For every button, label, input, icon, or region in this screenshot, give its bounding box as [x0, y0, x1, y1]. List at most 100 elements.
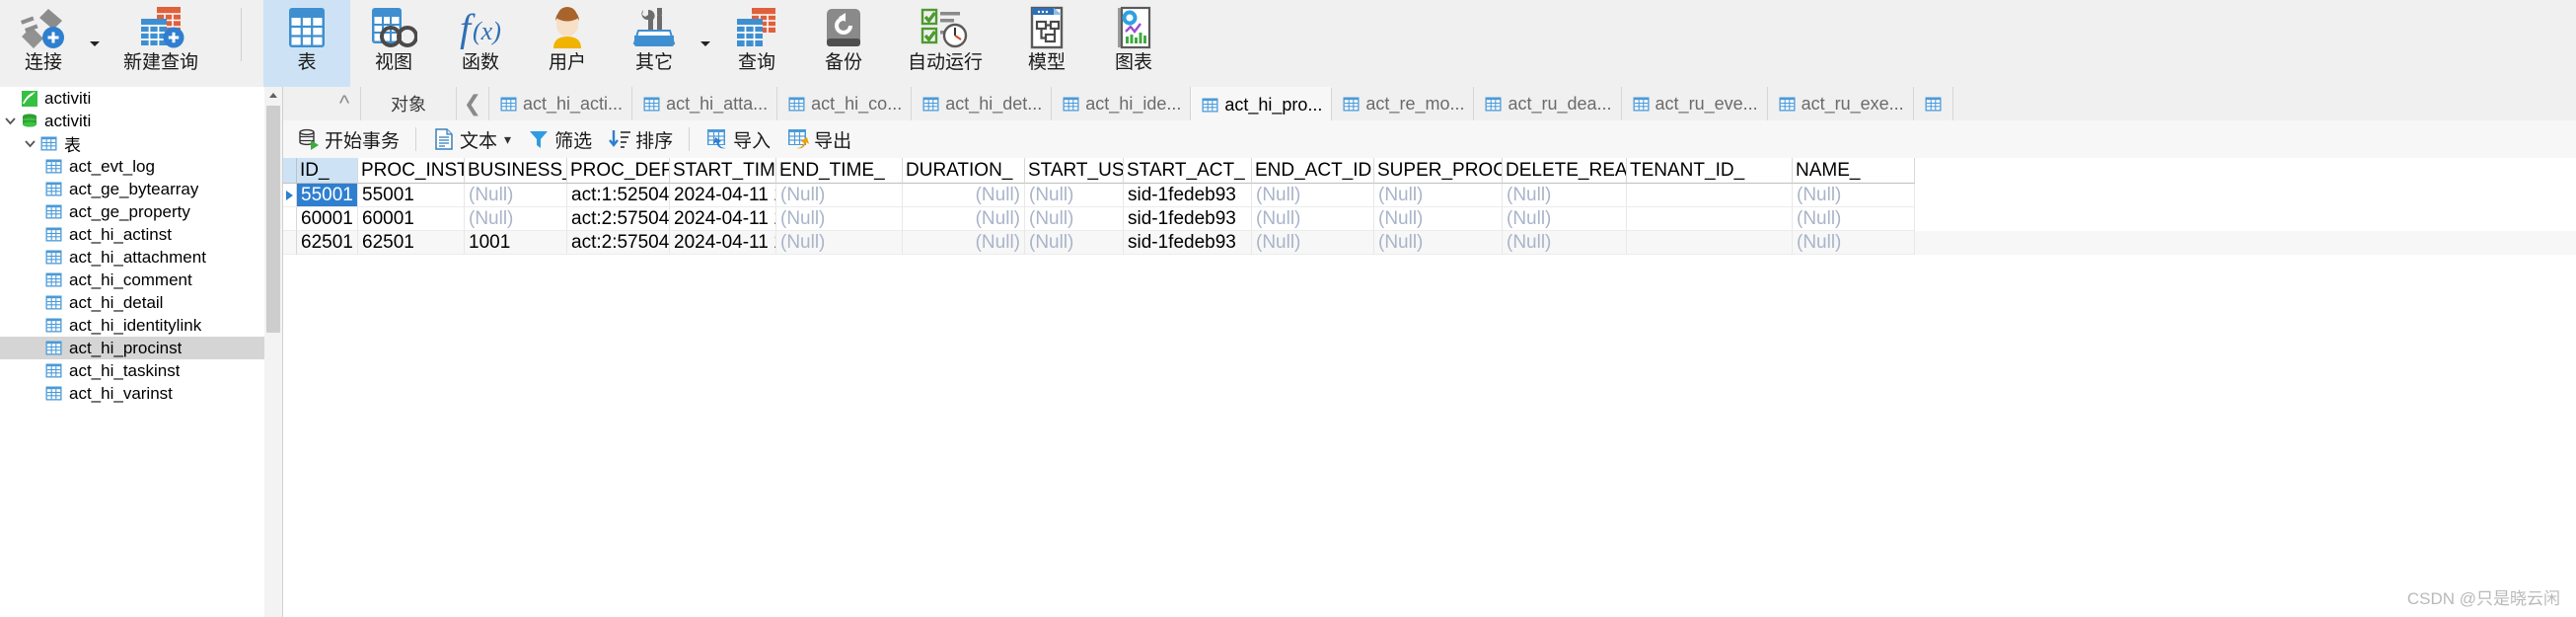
toolbar-button-other[interactable]: 其它 [611, 0, 698, 87]
scroll-up-arrow-icon[interactable] [264, 87, 282, 104]
chevron-down-icon[interactable] [2, 110, 19, 132]
cell-BUSINESS_KEY_[interactable]: 1001 [465, 231, 567, 255]
tab-objects[interactable]: 对象 [361, 87, 457, 120]
cell-PROC_DEF_ID_[interactable]: act:2:57504 [567, 207, 670, 231]
toolbar-button-user[interactable]: 用户 [524, 0, 611, 87]
tree-item-database-activiti[interactable]: activiti [0, 110, 264, 132]
sidebar-scrollbar-thumb[interactable] [266, 106, 280, 333]
editor-tab-act_hi_acti[interactable]: act_hi_acti... [489, 87, 633, 120]
toolbar-button-view[interactable]: 视图 [350, 0, 437, 87]
toolbar-button-query[interactable]: 查询 [713, 0, 800, 87]
connection-dropdown-caret[interactable] [87, 0, 103, 87]
table-row[interactable]: 62501 62501 1001 act:2:57504 2024-04-11 … [283, 231, 2576, 255]
editor-tab-strip[interactable]: ^ 对象 ❮ act_hi_acti... act_hi_atta... act… [283, 87, 2576, 121]
begin-transaction-button[interactable]: 开始事务 [289, 120, 407, 158]
toolbar-button-connection[interactable]: 连接 [0, 0, 87, 87]
import-button[interactable]: 导入 [698, 120, 778, 158]
column-header-START_USER_ID_[interactable]: START_USER [1025, 158, 1124, 184]
tree-item-table-act_ge_bytearray[interactable]: act_ge_bytearray [0, 178, 264, 200]
toolbar-button-table[interactable]: 表 [263, 0, 350, 87]
cell-START_TIME_[interactable]: 2024-04-11 1 [670, 207, 776, 231]
tree-item-connection-activiti[interactable]: activiti [0, 87, 264, 110]
cell-DELETE_REASON_[interactable]: (Null) [1503, 231, 1627, 255]
tree-item-table-act_hi_varinst[interactable]: act_hi_varinst [0, 382, 264, 405]
cell-BUSINESS_KEY_[interactable]: (Null) [465, 207, 567, 231]
cell-END_ACT_ID_[interactable]: (Null) [1252, 231, 1374, 255]
column-header-PROC_INST_[interactable]: PROC_INST_ [358, 158, 465, 184]
cell-DELETE_REASON_[interactable]: (Null) [1503, 184, 1627, 207]
chevron-down-icon[interactable] [22, 132, 38, 155]
toolbar-button-model[interactable]: 模型 [1003, 0, 1090, 87]
column-header-END_ACT_ID_[interactable]: END_ACT_ID [1252, 158, 1374, 184]
cell-START_USER_ID_[interactable]: (Null) [1025, 231, 1124, 255]
data-grid[interactable]: ID_ PROC_INST_ BUSINESS_KE PROC_DEF_IL S… [283, 158, 2576, 617]
tree-item-table-act_evt_log[interactable]: act_evt_log [0, 155, 264, 178]
cell-DURATION_[interactable]: (Null) [903, 207, 1025, 231]
cell-TENANT_ID_[interactable] [1627, 231, 1793, 255]
text-dropdown-caret[interactable]: ▾ [504, 131, 511, 148]
column-header-NAME_[interactable]: NAME_ [1793, 158, 1915, 184]
editor-tab-overflow[interactable] [1913, 87, 1953, 120]
column-header-PROC_DEF_ID_[interactable]: PROC_DEF_IL [567, 158, 670, 184]
cell-START_TIME_[interactable]: 2024-04-11 1 [670, 184, 776, 207]
editor-tab-act_ru_eve[interactable]: act_ru_eve... [1621, 87, 1768, 120]
toolbar-button-new-query[interactable]: 新建查询 [103, 0, 219, 87]
cell-NAME_[interactable]: (Null) [1793, 231, 1915, 255]
text-view-button[interactable]: 文本 ▾ [424, 120, 519, 158]
editor-tab-act_hi_det[interactable]: act_hi_det... [912, 87, 1053, 120]
editor-tab-act_hi_pro[interactable]: act_hi_pro... [1191, 87, 1333, 120]
cell-ID_[interactable]: 62501 [297, 231, 358, 255]
cell-START_ACT_ID_[interactable]: sid-1fedeb93 [1124, 207, 1252, 231]
cell-PROC_DEF_ID_[interactable]: act:1:52504 [567, 184, 670, 207]
editor-tab-act_ru_dea[interactable]: act_ru_dea... [1474, 87, 1622, 120]
tree-item-table-act_hi_actinst[interactable]: act_hi_actinst [0, 223, 264, 246]
column-header-SUPER_PROCESS_[interactable]: SUPER_PROC [1374, 158, 1503, 184]
cell-DURATION_[interactable]: (Null) [903, 231, 1025, 255]
object-tree-sidebar[interactable]: activiti activiti 表 act_evt_log act_ge_b… [0, 87, 265, 617]
toolbar-button-chart[interactable]: 图表 [1090, 0, 1177, 87]
tree-item-table-act_ge_property[interactable]: act_ge_property [0, 200, 264, 223]
cell-PROC_DEF_ID_[interactable]: act:2:57504 [567, 231, 670, 255]
cell-SUPER_PROCESS_[interactable]: (Null) [1374, 207, 1503, 231]
cell-START_ACT_ID_[interactable]: sid-1fedeb93 [1124, 184, 1252, 207]
cell-END_TIME_[interactable]: (Null) [776, 184, 903, 207]
table-row[interactable]: 60001 60001 (Null) act:2:57504 2024-04-1… [283, 207, 2576, 231]
editor-tab-act_re_mo[interactable]: act_re_mo... [1332, 87, 1475, 120]
cell-DELETE_REASON_[interactable]: (Null) [1503, 207, 1627, 231]
cell-TENANT_ID_[interactable] [1627, 207, 1793, 231]
editor-tab-act_hi_ide[interactable]: act_hi_ide... [1052, 87, 1192, 120]
chevron-up-icon[interactable]: ^ [329, 87, 361, 120]
toolbar-button-function[interactable]: f (x) 函数 [437, 0, 524, 87]
cell-SUPER_PROCESS_[interactable]: (Null) [1374, 184, 1503, 207]
sort-button[interactable]: 排序 [600, 120, 681, 158]
filter-button[interactable]: 筛选 [519, 120, 600, 158]
cell-END_ACT_ID_[interactable]: (Null) [1252, 207, 1374, 231]
tree-item-table-act_hi_detail[interactable]: act_hi_detail [0, 291, 264, 314]
cell-ID_[interactable]: 55001 [297, 184, 358, 207]
cell-TENANT_ID_[interactable] [1627, 184, 1793, 207]
cell-PROC_INST_[interactable]: 60001 [358, 207, 465, 231]
cell-END_ACT_ID_[interactable]: (Null) [1252, 184, 1374, 207]
cell-START_TIME_[interactable]: 2024-04-11 1 [670, 231, 776, 255]
cell-NAME_[interactable]: (Null) [1793, 207, 1915, 231]
editor-tab-act_ru_exe[interactable]: act_ru_exe... [1767, 87, 1914, 120]
cell-SUPER_PROCESS_[interactable]: (Null) [1374, 231, 1503, 255]
cell-START_USER_ID_[interactable]: (Null) [1025, 207, 1124, 231]
column-header-ID_[interactable]: ID_ [297, 158, 358, 184]
cell-DURATION_[interactable]: (Null) [903, 184, 1025, 207]
tree-item-table-act_hi_taskinst[interactable]: act_hi_taskinst [0, 359, 264, 382]
column-header-TENANT_ID_[interactable]: TENANT_ID_ [1627, 158, 1793, 184]
editor-tab-act_hi_co[interactable]: act_hi_co... [777, 87, 913, 120]
tree-item-table-act_hi_comment[interactable]: act_hi_comment [0, 269, 264, 291]
tree-item-table-act_hi_procinst[interactable]: act_hi_procinst [0, 337, 264, 359]
column-header-START_ACT_ID_[interactable]: START_ACT_ [1124, 158, 1252, 184]
cell-BUSINESS_KEY_[interactable]: (Null) [465, 184, 567, 207]
cell-ID_[interactable]: 60001 [297, 207, 358, 231]
column-header-END_TIME_[interactable]: END_TIME_ [776, 158, 903, 184]
cell-PROC_INST_[interactable]: 55001 [358, 184, 465, 207]
toolbar-button-automation[interactable]: 自动运行 [887, 0, 1003, 87]
export-button[interactable]: 导出 [778, 120, 859, 158]
cell-END_TIME_[interactable]: (Null) [776, 231, 903, 255]
other-dropdown-caret[interactable] [698, 0, 713, 87]
toolbar-button-backup[interactable]: 备份 [800, 0, 887, 87]
